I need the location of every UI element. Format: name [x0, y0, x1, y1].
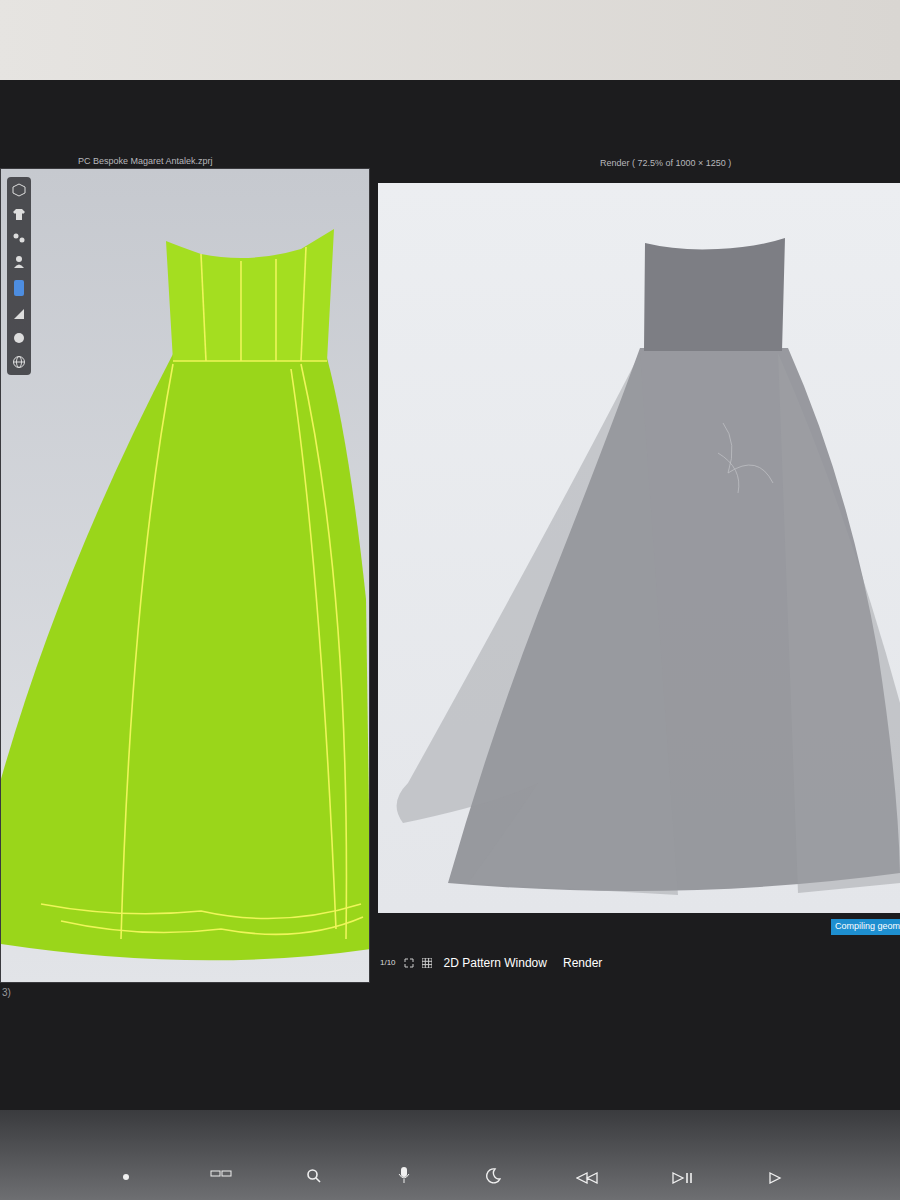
rewind-icon[interactable]	[576, 1172, 598, 1184]
green-dress-icon	[1, 169, 370, 983]
microphone-icon[interactable]	[397, 1166, 411, 1184]
cube-icon[interactable]	[12, 183, 26, 197]
zoom-button[interactable]: 1/10	[380, 958, 396, 968]
mission-control-icon[interactable]	[210, 1170, 232, 1184]
pins-icon[interactable]	[12, 231, 26, 245]
status-row: Compiling geom	[378, 919, 900, 935]
head-icon[interactable]	[12, 331, 26, 345]
bottom-bar: 1/10 2D Pattern Window Render	[378, 943, 900, 983]
globe-icon[interactable]	[12, 355, 26, 369]
keyboard-row	[0, 1110, 900, 1200]
render-view[interactable]	[378, 183, 900, 913]
viewport-title: PC Bespoke Magaret Antalek.zprj	[0, 155, 370, 168]
layer-icon[interactable]	[12, 279, 26, 297]
3d-viewport[interactable]	[0, 168, 370, 983]
gray-dress-icon	[378, 183, 900, 913]
fit-icon[interactable]	[404, 958, 414, 968]
shirt-icon[interactable]	[12, 207, 26, 221]
viewport-column: PC Bespoke Magaret Antalek.zprj	[0, 155, 370, 1110]
zoom-controls: 1/10	[380, 958, 396, 968]
play-pause-icon[interactable]	[672, 1172, 694, 1184]
corner-label: 3)	[0, 983, 370, 1003]
laptop-screen: PC Bespoke Magaret Antalek.zprj	[0, 80, 900, 1110]
forward-icon[interactable]	[769, 1172, 783, 1184]
status-badge: Compiling geom	[831, 919, 900, 935]
render-column: Render ( 72.5% of 1000 × 1250 ) Compilin…	[378, 155, 900, 1110]
ruler-icon[interactable]	[12, 307, 26, 321]
brightness-icon[interactable]	[117, 1170, 135, 1184]
avatar-icon[interactable]	[12, 255, 26, 269]
grid-icon[interactable]	[422, 958, 432, 968]
viewport-toolbar	[7, 177, 31, 375]
bottom-tab[interactable]: 2D Pattern Window	[440, 955, 551, 971]
moon-icon[interactable]	[485, 1168, 501, 1184]
wall-background	[0, 0, 900, 80]
bottom-tab[interactable]: Render	[559, 955, 606, 971]
render-title: Render ( 72.5% of 1000 × 1250 )	[378, 157, 900, 170]
search-icon[interactable]	[306, 1168, 322, 1184]
